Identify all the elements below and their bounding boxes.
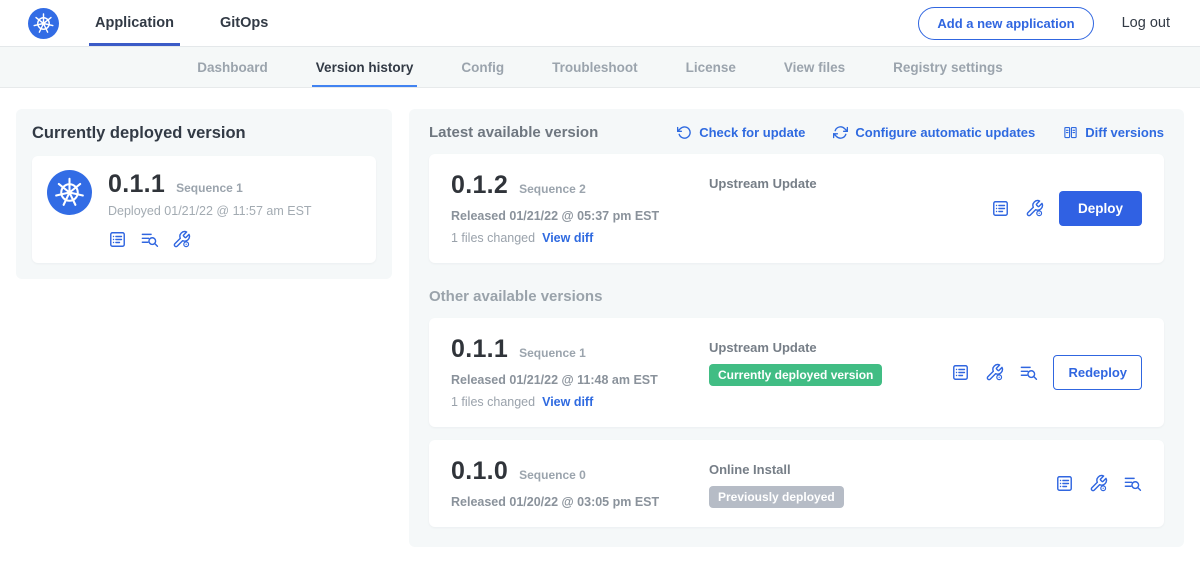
version-source: Online Install <box>709 462 1055 477</box>
config-icon[interactable] <box>172 230 191 249</box>
deployed-version-number: 0.1.1 <box>108 170 165 199</box>
currently-deployed-panel: Currently deployed version 0.1.1 Sequenc… <box>16 109 392 279</box>
config-icon[interactable] <box>1089 474 1108 493</box>
previously-deployed-badge: Previously deployed <box>709 486 844 508</box>
diff-versions-icon <box>1063 125 1078 140</box>
version-row-card-0-1-0: 0.1.0 Sequence 0 Released 01/20/22 @ 03:… <box>429 440 1164 527</box>
latest-version-title: Latest available version <box>429 124 598 141</box>
subnav-version-history[interactable]: Version history <box>316 47 414 87</box>
view-diff-link[interactable]: View diff <box>542 395 593 409</box>
release-notes-icon[interactable] <box>991 199 1010 218</box>
configure-automatic-updates-link[interactable]: Configure automatic updates <box>833 125 1035 140</box>
version-actions: Check for update Configure automatic upd… <box>677 125 1164 140</box>
add-application-button[interactable]: Add a new application <box>918 7 1093 40</box>
automatic-updates-icon <box>833 125 848 140</box>
released-timestamp: Released 01/20/22 @ 03:05 pm EST <box>451 495 709 509</box>
deployed-icon-row <box>108 230 312 249</box>
version-source: Upstream Update <box>709 340 951 355</box>
version-sequence: Sequence 0 <box>519 468 586 482</box>
version-row-card-0-1-2: 0.1.2 Sequence 2 Released 01/21/22 @ 05:… <box>429 154 1164 263</box>
check-for-update-label: Check for update <box>699 125 805 140</box>
config-icon[interactable] <box>985 363 1004 382</box>
diff-versions-link[interactable]: Diff versions <box>1063 125 1164 140</box>
deploy-button[interactable]: Deploy <box>1059 191 1142 226</box>
logout-link[interactable]: Log out <box>1122 15 1170 31</box>
version-source: Upstream Update <box>709 176 991 191</box>
app-header: Application GitOps Add a new application… <box>0 0 1200 47</box>
version-number: 0.1.2 <box>451 171 508 200</box>
subnav-troubleshoot[interactable]: Troubleshoot <box>552 47 638 87</box>
deployed-sequence: Sequence 1 <box>176 181 243 195</box>
tab-application[interactable]: Application <box>95 0 174 46</box>
kubernetes-logo <box>28 8 59 39</box>
subnav-registry-settings[interactable]: Registry settings <box>893 47 1003 87</box>
check-for-update-link[interactable]: Check for update <box>677 125 805 140</box>
main-content: Currently deployed version 0.1.1 Sequenc… <box>0 88 1200 564</box>
deployed-panel-title: Currently deployed version <box>32 124 376 143</box>
files-changed-label: 1 files changed <box>451 231 535 245</box>
other-versions-title: Other available versions <box>429 288 1164 305</box>
kubernetes-wheel-icon <box>53 176 86 209</box>
version-sequence: Sequence 2 <box>519 182 586 196</box>
tab-gitops[interactable]: GitOps <box>220 0 268 46</box>
check-update-icon <box>677 125 692 140</box>
released-timestamp: Released 01/21/22 @ 11:48 am EST <box>451 373 709 387</box>
diff-icon[interactable] <box>140 230 159 249</box>
version-sequence: Sequence 1 <box>519 346 586 360</box>
release-notes-icon[interactable] <box>108 230 127 249</box>
kubernetes-wheel-icon <box>32 12 55 35</box>
version-number: 0.1.0 <box>451 457 508 486</box>
released-timestamp: Released 01/21/22 @ 05:37 pm EST <box>451 209 709 223</box>
top-nav: Application GitOps <box>95 0 268 46</box>
redeploy-button[interactable]: Redeploy <box>1053 355 1142 390</box>
subnav-view-files[interactable]: View files <box>784 47 845 87</box>
version-number: 0.1.1 <box>451 335 508 364</box>
diff-icon[interactable] <box>1019 363 1038 382</box>
configure-automatic-updates-label: Configure automatic updates <box>855 125 1035 140</box>
view-diff-link[interactable]: View diff <box>542 231 593 245</box>
diff-versions-label: Diff versions <box>1085 125 1164 140</box>
version-history-panel: Latest available version Check for updat… <box>409 109 1184 547</box>
app-kubernetes-icon <box>47 170 92 215</box>
app-subnav: Dashboard Version history Config Trouble… <box>0 47 1200 88</box>
subnav-license[interactable]: License <box>686 47 736 87</box>
deployed-version-card: 0.1.1 Sequence 1 Deployed 01/21/22 @ 11:… <box>32 156 376 263</box>
subnav-dashboard[interactable]: Dashboard <box>197 47 268 87</box>
deployed-timestamp: Deployed 01/21/22 @ 11:57 am EST <box>108 204 312 218</box>
diff-icon[interactable] <box>1123 474 1142 493</box>
version-row-card-0-1-1: 0.1.1 Sequence 1 Released 01/21/22 @ 11:… <box>429 318 1164 427</box>
subnav-config[interactable]: Config <box>461 47 504 87</box>
header-actions: Add a new application Log out <box>918 0 1170 46</box>
currently-deployed-badge: Currently deployed version <box>709 364 882 386</box>
release-notes-icon[interactable] <box>1055 474 1074 493</box>
config-icon[interactable] <box>1025 199 1044 218</box>
files-changed-label: 1 files changed <box>451 395 535 409</box>
release-notes-icon[interactable] <box>951 363 970 382</box>
